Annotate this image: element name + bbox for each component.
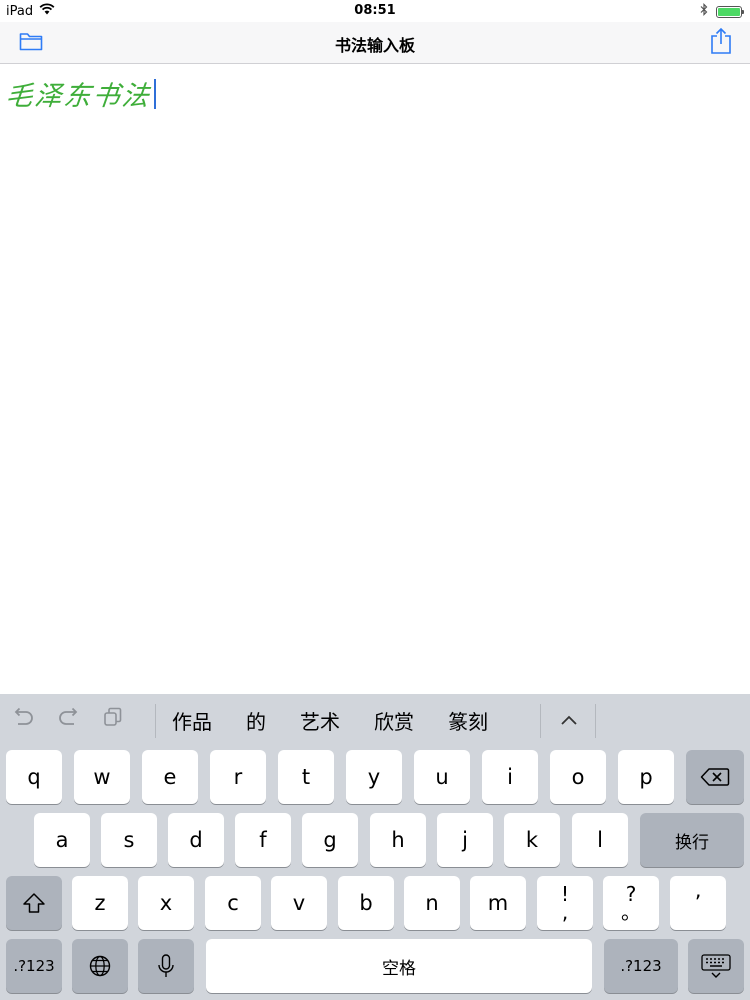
calligraphy-line: 毛泽东书法	[4, 74, 156, 113]
key-g[interactable]: g	[302, 813, 358, 867]
key-i[interactable]: i	[482, 750, 538, 804]
dictation-key[interactable]	[138, 939, 194, 993]
key-y[interactable]: y	[346, 750, 402, 804]
candidate-list: 作品 的 艺术 欣赏 篆刻	[172, 706, 488, 735]
status-time: 08:51	[354, 3, 396, 18]
numbers-key-right[interactable]: .?123	[604, 939, 678, 993]
globe-icon	[89, 955, 111, 977]
keyboard: 作品 的 艺术 欣赏 篆刻 q w e r t y u i o p a s d …	[0, 694, 750, 1000]
microphone-icon	[158, 954, 174, 977]
expand-candidates-button[interactable]	[555, 708, 583, 732]
dual-key-label: ? 。	[621, 884, 641, 924]
share-button[interactable]	[704, 27, 738, 59]
key-h[interactable]: h	[370, 813, 426, 867]
key-m[interactable]: m	[470, 876, 526, 930]
suggestion-bar: 作品 的 艺术 欣赏 篆刻	[0, 694, 750, 746]
key-j[interactable]: j	[437, 813, 493, 867]
delete-key[interactable]	[686, 750, 744, 804]
keyboard-dismiss-icon	[701, 954, 731, 978]
key-o[interactable]: o	[550, 750, 606, 804]
numbers-key[interactable]: .?123	[6, 939, 62, 993]
key-exclaim-comma[interactable]: ! ,	[537, 876, 593, 930]
key-bottom-char: ,	[561, 900, 569, 924]
shift-icon	[23, 893, 45, 913]
share-icon	[710, 27, 732, 59]
battery-icon	[716, 5, 744, 18]
dual-key-label: ! ,	[561, 884, 569, 924]
page-title: 书法输入板	[334, 36, 415, 55]
key-a[interactable]: a	[34, 813, 90, 867]
key-q[interactable]: q	[6, 750, 62, 804]
calligraphy-editor[interactable]: 毛泽东书法	[0, 64, 750, 694]
undo-icon	[14, 707, 33, 725]
candidate-word[interactable]: 的	[246, 706, 266, 735]
key-bottom-char: 。	[621, 900, 641, 924]
key-apostrophe[interactable]: ’	[670, 876, 726, 930]
key-w[interactable]: w	[74, 750, 130, 804]
undo-button[interactable]	[10, 706, 36, 732]
key-k[interactable]: k	[504, 813, 560, 867]
key-s[interactable]: s	[101, 813, 157, 867]
key-question-period[interactable]: ? 。	[603, 876, 659, 930]
suggestion-separator	[540, 704, 541, 738]
status-right	[700, 3, 744, 20]
space-key[interactable]: 空格	[206, 939, 592, 993]
suggestion-separator	[595, 704, 596, 738]
candidate-word[interactable]: 作品	[172, 706, 212, 735]
candidate-word[interactable]: 艺术	[300, 706, 340, 735]
redo-icon	[59, 707, 78, 725]
key-x[interactable]: x	[138, 876, 194, 930]
key-e[interactable]: e	[142, 750, 198, 804]
text-caret	[154, 78, 156, 109]
navigation-bar: 书法输入板	[0, 22, 750, 64]
dismiss-keyboard-key[interactable]	[688, 939, 744, 993]
shift-key[interactable]	[6, 876, 62, 930]
key-p[interactable]: p	[618, 750, 674, 804]
calligraphy-text: 毛泽东书法	[4, 81, 153, 112]
key-z[interactable]: z	[72, 876, 128, 930]
edit-tools	[10, 706, 124, 732]
key-u[interactable]: u	[414, 750, 470, 804]
status-bar: iPad 08:51	[0, 0, 750, 22]
copy-icon	[104, 707, 122, 726]
key-l[interactable]: l	[572, 813, 628, 867]
copy-button[interactable]	[102, 706, 124, 732]
key-b[interactable]: b	[338, 876, 394, 930]
candidate-word[interactable]: 欣赏	[374, 706, 414, 735]
return-key[interactable]: 换行	[640, 813, 744, 867]
suggestion-separator	[155, 704, 156, 738]
key-t[interactable]: t	[278, 750, 334, 804]
backspace-icon	[700, 768, 730, 786]
candidate-word[interactable]: 篆刻	[448, 706, 488, 735]
key-d[interactable]: d	[168, 813, 224, 867]
key-r[interactable]: r	[210, 750, 266, 804]
redo-button[interactable]	[56, 706, 82, 732]
key-v[interactable]: v	[271, 876, 327, 930]
key-n[interactable]: n	[404, 876, 460, 930]
chevron-up-icon	[561, 715, 577, 725]
bluetooth-icon	[700, 3, 708, 20]
globe-key[interactable]	[72, 939, 128, 993]
key-c[interactable]: c	[205, 876, 261, 930]
key-f[interactable]: f	[235, 813, 291, 867]
